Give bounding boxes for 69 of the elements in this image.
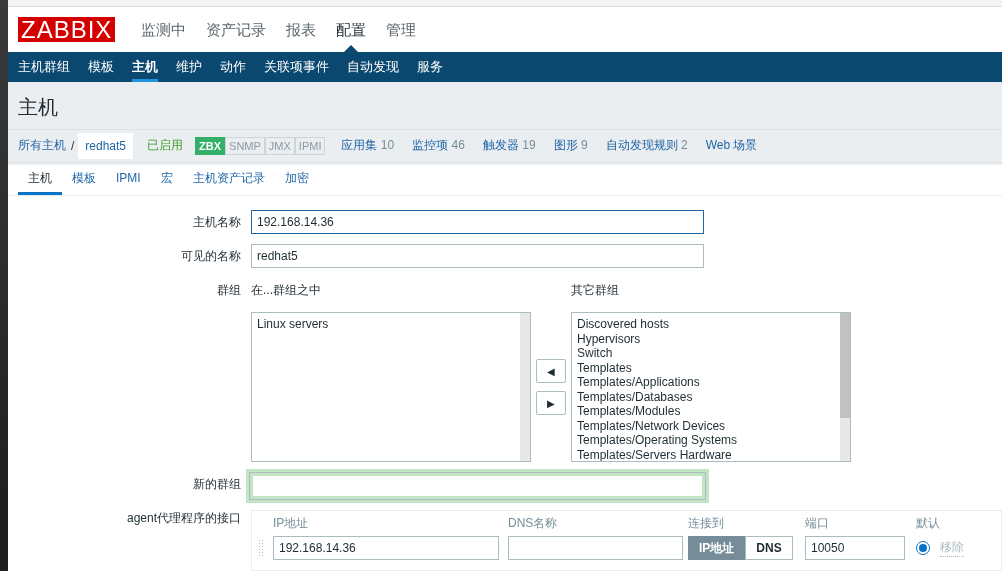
form-tab[interactable]: 主机	[18, 165, 62, 195]
form-tab[interactable]: 模板	[62, 165, 106, 195]
move-right-button[interactable]: ▶	[536, 391, 566, 415]
field-label: 新的群组	[192, 476, 241, 493]
port-field[interactable]: 10050	[805, 536, 905, 560]
new-group-field[interactable]	[249, 472, 706, 500]
availability-badge: SNMP	[225, 136, 265, 155]
list-item[interactable]: Templates/Modules	[577, 404, 835, 419]
page-title: 主机	[8, 81, 1002, 130]
submenu-item[interactable]: 服务	[417, 51, 443, 82]
column-header: 默认	[916, 515, 941, 532]
column-header: 端口	[805, 515, 830, 532]
host-link[interactable]: 监控项 46	[412, 137, 465, 155]
availability-badge: IPMI	[294, 136, 326, 155]
host-link[interactable]: 触发器 19	[482, 137, 536, 155]
group-list[interactable]: Discovered hosts Hypervisors Switch Templates Templates/Applications Templates/Databases Templates/Modules Templates/Network Devices Templates/Operating Systems Templates/Servers Hardware	[571, 312, 851, 462]
field-label: agent代理程序的接口	[125, 510, 241, 527]
submenu-item[interactable]: 关联项事件	[264, 51, 329, 82]
breadcrumb-link[interactable]: 所有主机	[18, 137, 66, 155]
zabbix-logo: ZABBIX	[18, 16, 116, 42]
submenu-item[interactable]: 模板	[88, 51, 114, 82]
breadcrumb-current: redhat5	[78, 132, 134, 159]
form-tab[interactable]: 主机资产记录	[182, 165, 275, 195]
host-link[interactable]: 图形 9	[553, 137, 588, 155]
form-tab[interactable]: 宏	[150, 165, 183, 195]
menu-item[interactable]: 配置	[336, 6, 367, 52]
ip-field[interactable]: 192.168.14.36	[273, 536, 499, 560]
host-name-field[interactable]: 192.168.14.36	[251, 210, 704, 234]
submenu-item[interactable]: 自动发现	[347, 51, 399, 82]
breadcrumb-separator: /	[71, 138, 75, 153]
submenu-item[interactable]: 主机群组	[18, 51, 70, 82]
list-item[interactable]: Templates/Network Devices	[577, 418, 835, 433]
list-item[interactable]: Templates/Databases	[577, 389, 835, 404]
host-link[interactable]: 应用集 10	[341, 137, 395, 155]
list-item[interactable]: Switch	[577, 346, 835, 361]
menu-item[interactable]: 管理	[386, 6, 417, 52]
list-item[interactable]: Templates/Applications	[577, 375, 835, 390]
status-text: 已启用	[147, 137, 184, 155]
dns-field[interactable]	[508, 536, 683, 560]
group-list[interactable]: Linux servers	[251, 312, 531, 462]
list-item[interactable]: Hypervisors	[577, 331, 835, 346]
menu-item[interactable]: 监测中	[141, 6, 187, 52]
field-label: 可见的名称	[180, 248, 241, 265]
submenu-item[interactable]: 维护	[176, 51, 202, 82]
host-link[interactable]: Web 场景	[705, 137, 758, 155]
submenu-item[interactable]: 主机	[132, 51, 158, 82]
menu-item[interactable]: 报表	[286, 6, 317, 52]
list-heading: 在...群组之中	[251, 282, 322, 299]
visible-name-field[interactable]: redhat5	[251, 244, 704, 268]
move-left-button[interactable]: ◀	[536, 359, 566, 383]
list-item[interactable]: Linux servers	[257, 317, 515, 332]
connect-toggle[interactable]: DNS	[745, 536, 793, 560]
list-item[interactable]: Templates/Operating Systems	[577, 433, 835, 448]
submenu-item[interactable]: 动作	[220, 51, 246, 82]
host-link[interactable]: 自动发现规则 2	[605, 137, 688, 155]
list-item[interactable]: Templates	[577, 360, 835, 375]
form-tab[interactable]: IPMI	[106, 165, 151, 195]
column-header: IP地址	[273, 515, 310, 532]
column-header: DNS名称	[508, 515, 559, 532]
list-item[interactable]: Discovered hosts	[577, 317, 835, 332]
field-label: 主机名称	[192, 214, 241, 231]
menu-item[interactable]: 资产记录	[206, 6, 267, 52]
field-label: 群组	[216, 282, 241, 299]
list-item[interactable]: Templates/Servers Hardware	[577, 447, 835, 461]
form-tab[interactable]: 加密	[274, 165, 319, 195]
availability-badge: JMX	[264, 136, 295, 155]
column-header: 连接到	[688, 515, 725, 532]
availability-badge: ZBX	[195, 136, 226, 155]
list-heading: 其它群组	[571, 282, 620, 299]
